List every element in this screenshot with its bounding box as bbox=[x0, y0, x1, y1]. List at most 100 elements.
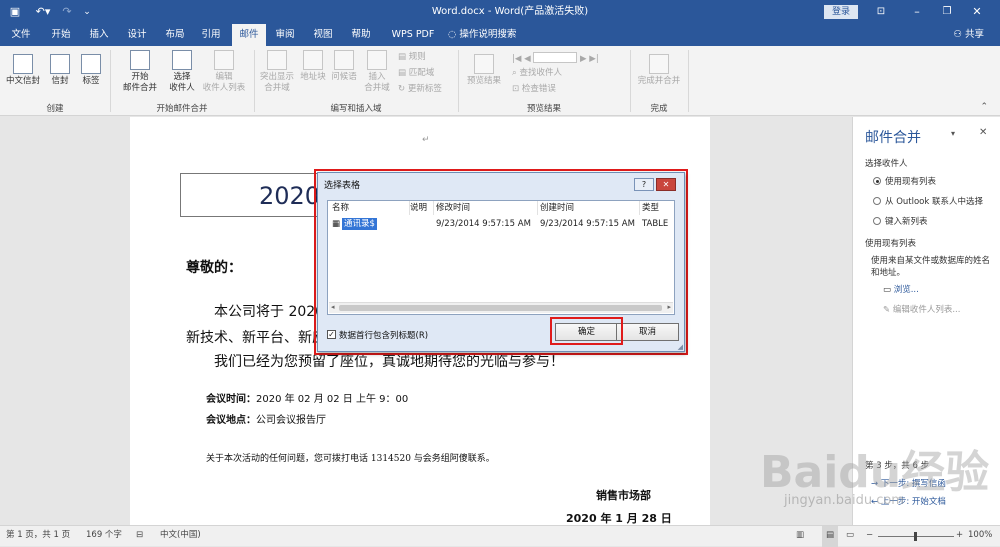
tab-insert[interactable]: 插入 bbox=[84, 24, 114, 46]
record-number-input[interactable] bbox=[533, 52, 578, 63]
envelope-icon bbox=[50, 54, 70, 74]
refresh-icon: ↻ bbox=[398, 84, 408, 94]
finish-merge-button[interactable]: 完成并合并 bbox=[634, 54, 684, 87]
collapse-ribbon-icon[interactable]: ⌃ bbox=[980, 102, 988, 112]
group-separator bbox=[110, 50, 111, 112]
browse-link[interactable]: ▭ 浏览... bbox=[883, 283, 919, 295]
edit-recipient-list-link[interactable]: ✎ 编辑收件人列表... bbox=[883, 303, 960, 315]
minimize-icon[interactable]: – bbox=[908, 0, 926, 24]
tab-references[interactable]: 引用 bbox=[196, 24, 226, 46]
insert-field-icon bbox=[367, 50, 387, 70]
salutation: 尊敬的： bbox=[186, 260, 242, 276]
start-mail-merge-button[interactable]: 开始 邮件合并 bbox=[116, 50, 164, 94]
envelope-button[interactable]: 信封 bbox=[46, 54, 74, 87]
preview-icon bbox=[474, 54, 494, 74]
edit-recipient-list-label: 编辑 收件人列表 bbox=[202, 72, 246, 93]
print-layout-icon[interactable]: ▤ bbox=[822, 526, 839, 547]
word-count[interactable]: 169 个字 bbox=[86, 526, 122, 547]
radio-use-existing[interactable]: 使用现有列表 bbox=[873, 175, 936, 187]
update-labels-button[interactable]: ↻ 更新标签 bbox=[398, 84, 442, 95]
share-button[interactable]: ⚇ 共享 bbox=[953, 24, 984, 46]
chinese-envelope-button[interactable]: 中文信封 bbox=[4, 54, 42, 87]
record-navigation[interactable]: |◀ ◀ ▶ ▶| bbox=[512, 52, 599, 65]
column-header-created[interactable]: 创建时间 bbox=[540, 201, 640, 215]
save-icon[interactable]: ▣ bbox=[6, 0, 24, 24]
highlight-merge-fields-button[interactable]: 突出显示 合并域 bbox=[256, 50, 298, 94]
login-button[interactable]: 登录 bbox=[824, 5, 858, 19]
tab-home[interactable]: 开始 bbox=[46, 24, 76, 46]
column-header-desc[interactable]: 说明 bbox=[410, 201, 434, 215]
page-count[interactable]: 第 1 页，共 1 页 bbox=[6, 526, 70, 547]
tab-mailings[interactable]: 邮件 bbox=[232, 24, 266, 46]
radio-icon bbox=[873, 217, 881, 225]
match-fields-button[interactable]: ▤ 匹配域 bbox=[398, 68, 434, 79]
tab-review[interactable]: 审阅 bbox=[270, 24, 300, 46]
redo-icon[interactable]: ↷ bbox=[58, 0, 76, 24]
header-row-checkbox-label[interactable]: 数据首行包含列标题(R) bbox=[339, 329, 428, 341]
match-icon: ▤ bbox=[398, 68, 409, 78]
preview-results-button[interactable]: 预览结果 bbox=[462, 54, 506, 87]
scroll-left-icon[interactable]: ◂ bbox=[331, 303, 335, 311]
radio-type-new[interactable]: 键入新列表 bbox=[873, 215, 928, 227]
language-indicator[interactable]: 中文(中国) bbox=[160, 526, 201, 547]
tab-view[interactable]: 视图 bbox=[308, 24, 338, 46]
greeting-line-button[interactable]: 问候语 bbox=[328, 50, 360, 83]
select-recipients-heading: 选择收件人 bbox=[865, 159, 908, 169]
paragraph-1: 本公司将于 2020 bbox=[214, 304, 325, 320]
resize-grip-icon[interactable]: ◢ bbox=[678, 343, 683, 351]
ribbon-options-icon[interactable]: ⊡ bbox=[872, 0, 890, 24]
department-signature: 销售市场部 bbox=[596, 489, 651, 502]
tab-file[interactable]: 文件 bbox=[6, 24, 36, 46]
read-mode-icon[interactable]: ▥ bbox=[796, 526, 804, 547]
select-recipients-label: 选择 收件人 bbox=[169, 72, 195, 93]
document-icon bbox=[130, 50, 150, 70]
column-header-name[interactable]: 名称 bbox=[332, 201, 410, 215]
undo-icon[interactable]: ↶▾ bbox=[32, 0, 54, 24]
group-label-finish: 完成 bbox=[650, 104, 668, 114]
zoom-slider-thumb[interactable] bbox=[914, 532, 917, 541]
scrollbar-thumb[interactable] bbox=[339, 305, 662, 311]
dialog-close-button[interactable]: ✕ bbox=[656, 178, 676, 191]
rules-button[interactable]: ▤ 规则 bbox=[398, 52, 426, 63]
help-button[interactable]: ? bbox=[634, 178, 654, 191]
title-bar: ▣ ↶▾ ↷ ⌄ Word.docx - Word(产品激活失败) 登录 ⊡ –… bbox=[0, 0, 1000, 24]
column-header-modified[interactable]: 修改时间 bbox=[436, 201, 538, 215]
zoom-level[interactable]: 100% bbox=[968, 526, 992, 547]
cancel-button[interactable]: 取消 bbox=[616, 323, 679, 341]
close-pane-icon[interactable]: ✕ bbox=[979, 127, 987, 138]
greeting-icon bbox=[334, 50, 354, 70]
check-errors-button[interactable]: ⊡ 检查错误 bbox=[512, 84, 556, 95]
edit-recipient-list-button[interactable]: 编辑 收件人列表 bbox=[200, 50, 248, 94]
tab-help[interactable]: 帮助 bbox=[346, 24, 376, 46]
year-text: 2020 bbox=[259, 182, 321, 210]
meeting-place: 公司会议报告厅 bbox=[256, 415, 326, 426]
zoom-in-icon[interactable]: + bbox=[956, 526, 963, 547]
table-list[interactable]: 名称 说明 修改时间 创建时间 类型 ▦ 通讯录$ 9/23/2014 9:57… bbox=[327, 200, 675, 315]
zoom-slider[interactable] bbox=[878, 532, 954, 541]
envelope-icon bbox=[13, 54, 33, 74]
find-recipient-button[interactable]: ⌕ 查找收件人 bbox=[512, 68, 562, 79]
header-row-checkbox[interactable]: ✓ bbox=[327, 330, 336, 339]
paragraph-2: 新技术、新平台、新应 bbox=[186, 330, 326, 346]
tab-wps-pdf[interactable]: WPS PDF bbox=[384, 24, 442, 46]
column-header-type[interactable]: 类型 bbox=[642, 201, 674, 215]
customize-icon[interactable]: ⌄ bbox=[80, 0, 94, 24]
web-layout-icon[interactable]: ▭ bbox=[846, 526, 854, 547]
select-recipients-button[interactable]: 选择 收件人 bbox=[164, 50, 200, 94]
restore-icon[interactable]: ❐ bbox=[938, 0, 956, 24]
proofing-icon[interactable]: ⊟ bbox=[136, 526, 143, 547]
labels-button[interactable]: 标签 bbox=[78, 54, 104, 87]
tell-me-search[interactable]: ◌ 操作说明搜索 bbox=[448, 24, 530, 46]
close-icon[interactable]: ✕ bbox=[968, 0, 986, 24]
tab-design[interactable]: 设计 bbox=[122, 24, 152, 46]
insert-merge-field-button[interactable]: 插入 合并域 bbox=[360, 50, 394, 94]
scroll-right-icon[interactable]: ▸ bbox=[667, 303, 671, 311]
zoom-out-icon[interactable]: − bbox=[866, 526, 873, 547]
group-separator bbox=[254, 50, 255, 112]
horizontal-scrollbar[interactable]: ◂ ▸ bbox=[329, 302, 673, 313]
radio-outlook[interactable]: 从 Outlook 联系人中选择 bbox=[873, 195, 983, 207]
person-icon: ⚇ bbox=[953, 29, 965, 40]
tab-layout[interactable]: 布局 bbox=[160, 24, 190, 46]
pane-options-icon[interactable]: ▾ bbox=[951, 129, 955, 138]
address-block-button[interactable]: 地址块 bbox=[298, 50, 328, 83]
